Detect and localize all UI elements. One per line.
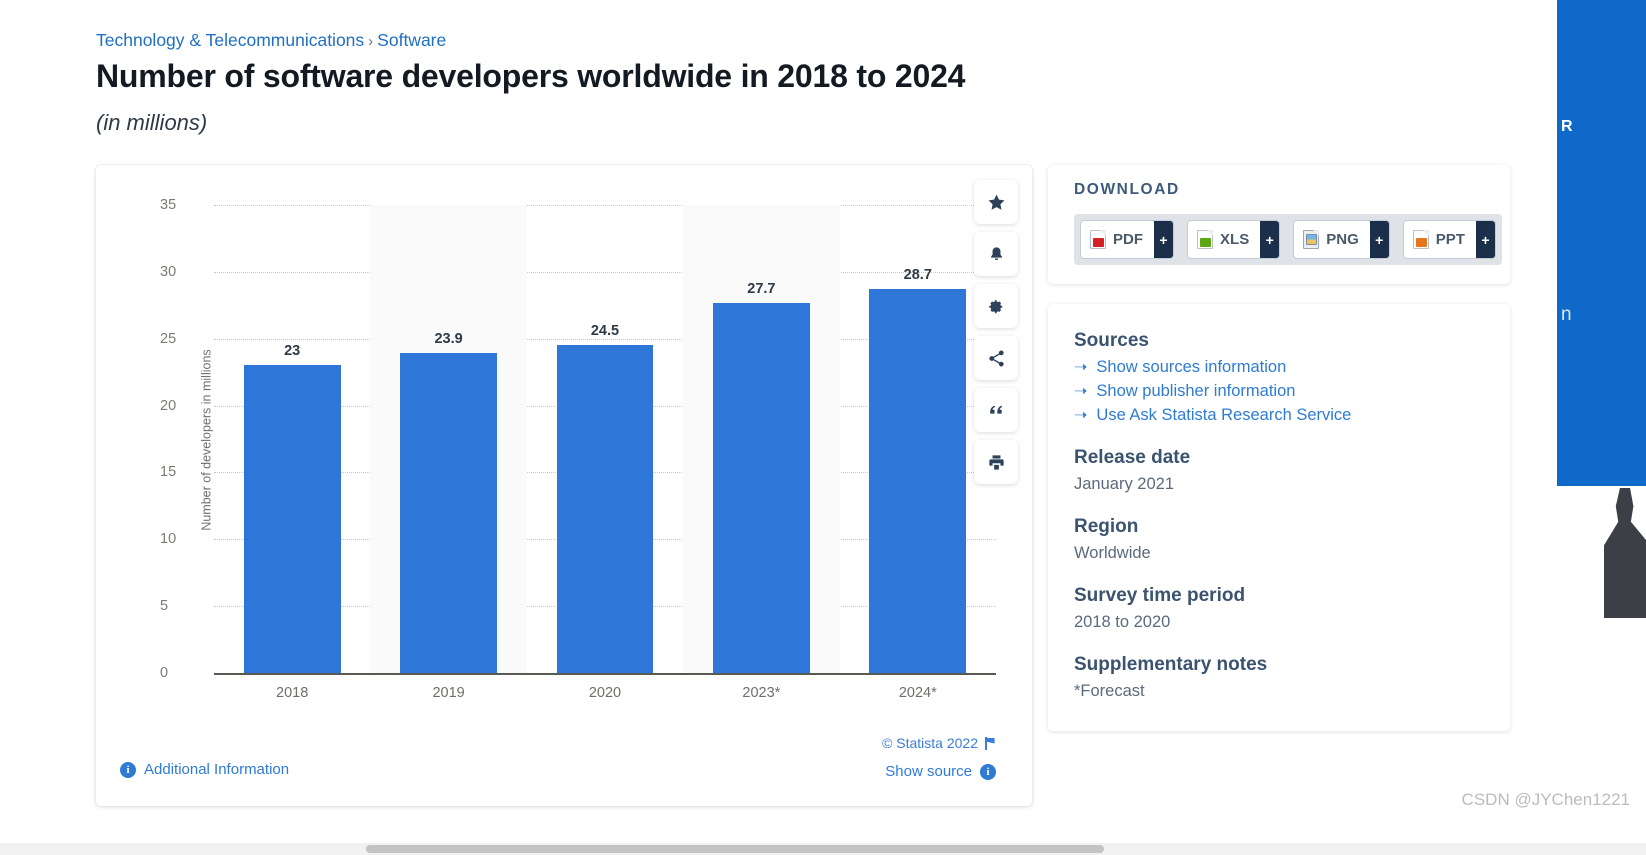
download-png-options-button[interactable]: + bbox=[1369, 221, 1389, 258]
breadcrumb-item-technology[interactable]: Technology & Telecommunications bbox=[96, 30, 364, 50]
source-link-label: Use Ask Statista Research Service bbox=[1096, 406, 1352, 424]
supplementary-notes-value: *Forecast bbox=[1074, 682, 1145, 700]
download-ppt-button[interactable]: PPT + bbox=[1403, 221, 1495, 258]
bar-value-label: 23.9 bbox=[434, 331, 463, 348]
bar-group[interactable]: 24.5 2020 bbox=[556, 205, 654, 701]
supplementary-notes-heading: Supplementary notes bbox=[1074, 654, 1268, 675]
additional-information-link[interactable]: i Additional Information bbox=[120, 761, 289, 778]
source-link-label: Show publisher information bbox=[1096, 382, 1296, 400]
source-links-list: ➝ Show sources information ➝ Show publisher… bbox=[1074, 358, 1484, 425]
x-axis-tick-label: 2020 bbox=[588, 685, 622, 701]
region-value: Worldwide bbox=[1074, 544, 1151, 562]
flag-icon[interactable] bbox=[985, 737, 996, 750]
bar[interactable] bbox=[243, 365, 341, 673]
statistic-info-card: Sources ➝ Show sources information ➝ Show p… bbox=[1048, 304, 1510, 731]
star-icon[interactable] bbox=[974, 180, 1018, 224]
x-axis-tick-label: 2024* bbox=[898, 685, 937, 701]
x-axis-tick-label: 2019 bbox=[432, 685, 465, 701]
bar[interactable] bbox=[712, 302, 810, 673]
info-icon: i bbox=[980, 763, 996, 780]
download-button-label: PDF bbox=[1113, 231, 1143, 248]
additional-information-label: Additional Information bbox=[144, 761, 290, 778]
x-axis-tick-label: 2018 bbox=[276, 685, 309, 701]
source-link[interactable]: ➝ Show publisher information bbox=[1074, 382, 1484, 401]
bar[interactable] bbox=[556, 345, 654, 673]
source-link[interactable]: ➝ Show sources information bbox=[1074, 358, 1484, 377]
x-axis-tick-label: 2023* bbox=[742, 685, 781, 701]
bell-icon[interactable] bbox=[974, 232, 1018, 276]
breadcrumb: Technology & Telecommunications › Software bbox=[96, 30, 446, 51]
copyright-text: © Statista 2022 bbox=[882, 735, 978, 751]
print-icon[interactable] bbox=[974, 440, 1018, 484]
scrollbar-thumb[interactable] bbox=[366, 845, 1104, 853]
arrow-right-icon: ➝ bbox=[1074, 382, 1088, 400]
download-ppt-options-button[interactable]: + bbox=[1475, 221, 1495, 258]
bar-group[interactable]: 23.9 2019 bbox=[400, 205, 498, 701]
download-xls-button[interactable]: XLS + bbox=[1188, 221, 1280, 258]
x-axis-line bbox=[214, 673, 996, 675]
show-source-link[interactable]: Show source i bbox=[885, 763, 996, 780]
promo-strip[interactable]: R n bbox=[1557, 0, 1646, 486]
show-source-label: Show source bbox=[885, 763, 972, 780]
download-button-label: PPT bbox=[1435, 231, 1465, 248]
bar-value-label: 23 bbox=[284, 343, 301, 360]
source-link-label: Show sources information bbox=[1096, 358, 1287, 376]
horizontal-scrollbar[interactable] bbox=[0, 843, 1646, 855]
gear-icon[interactable] bbox=[974, 284, 1018, 328]
download-button-tray: PDF + XLS + PNG + PPT + bbox=[1074, 214, 1502, 265]
png-file-icon bbox=[1303, 230, 1320, 249]
xls-file-icon bbox=[1197, 230, 1214, 249]
info-icon: i bbox=[120, 761, 136, 778]
ppt-file-icon bbox=[1412, 230, 1429, 249]
download-button-label: PNG bbox=[1326, 231, 1359, 248]
bar-group[interactable]: 23 2018 bbox=[243, 205, 341, 701]
sources-heading: Sources bbox=[1074, 330, 1149, 351]
download-button-label: XLS bbox=[1220, 231, 1250, 248]
chart-plot-area: Number of developers in millions 0 5 10 15 2… bbox=[160, 197, 996, 701]
statista-copyright[interactable]: © Statista 2022 bbox=[882, 735, 996, 751]
bar-group[interactable]: 27.7 2023* bbox=[712, 205, 810, 701]
page-title: Number of software developers worldwide … bbox=[96, 58, 966, 94]
download-xls-options-button[interactable]: + bbox=[1260, 221, 1280, 258]
chart-card: Number of developers in millions 0 5 10 15 2… bbox=[96, 165, 1032, 806]
statista-statistic-page: R n Technology & Telecommunications › Soft… bbox=[0, 0, 1646, 855]
download-pdf-options-button[interactable]: + bbox=[1154, 221, 1174, 258]
promo-person-illustration bbox=[1604, 488, 1646, 618]
bar-value-label: 27.7 bbox=[747, 280, 776, 297]
download-png-button[interactable]: PNG + bbox=[1294, 221, 1389, 258]
arrow-right-icon: ➝ bbox=[1074, 406, 1088, 424]
survey-time-period-heading: Survey time period bbox=[1074, 585, 1246, 606]
region-heading: Region bbox=[1074, 516, 1139, 537]
download-card: DOWNLOAD PDF + XLS + PNG + PPT + bbox=[1048, 165, 1510, 284]
promo-line-1: R bbox=[1561, 118, 1573, 135]
download-pdf-button[interactable]: PDF + bbox=[1081, 221, 1174, 258]
bar[interactable] bbox=[869, 289, 967, 673]
survey-time-period-value: 2018 to 2020 bbox=[1074, 613, 1171, 631]
breadcrumb-item-software[interactable]: Software bbox=[377, 30, 446, 50]
watermark: CSDN @JYChen1221 bbox=[1461, 790, 1630, 809]
pdf-file-icon bbox=[1090, 230, 1106, 249]
y-axis-title: Number of developers in millions bbox=[199, 349, 214, 531]
chart-tool-rail bbox=[974, 180, 1018, 484]
release-date-value: January 2021 bbox=[1074, 475, 1174, 493]
bar-value-label: 28.7 bbox=[903, 267, 932, 284]
download-title: DOWNLOAD bbox=[1074, 181, 1180, 198]
bar-value-label: 24.5 bbox=[590, 323, 620, 340]
release-date-heading: Release date bbox=[1074, 447, 1191, 468]
bar-group[interactable]: 28.7 2024* bbox=[869, 205, 967, 701]
share-icon[interactable] bbox=[974, 336, 1018, 380]
promo-line-2: n bbox=[1561, 304, 1572, 325]
chart-bars: 23 2018 23.9 2019 24.5 2020 27.7 2023* 28.7 2024* bbox=[214, 205, 996, 701]
quote-icon[interactable] bbox=[974, 388, 1018, 432]
source-link[interactable]: ➝ Use Ask Statista Research Service bbox=[1074, 406, 1484, 425]
page-subtitle: (in millions) bbox=[96, 110, 208, 135]
breadcrumb-separator: › bbox=[368, 33, 374, 50]
arrow-right-icon: ➝ bbox=[1074, 358, 1088, 376]
bar[interactable] bbox=[400, 353, 498, 673]
